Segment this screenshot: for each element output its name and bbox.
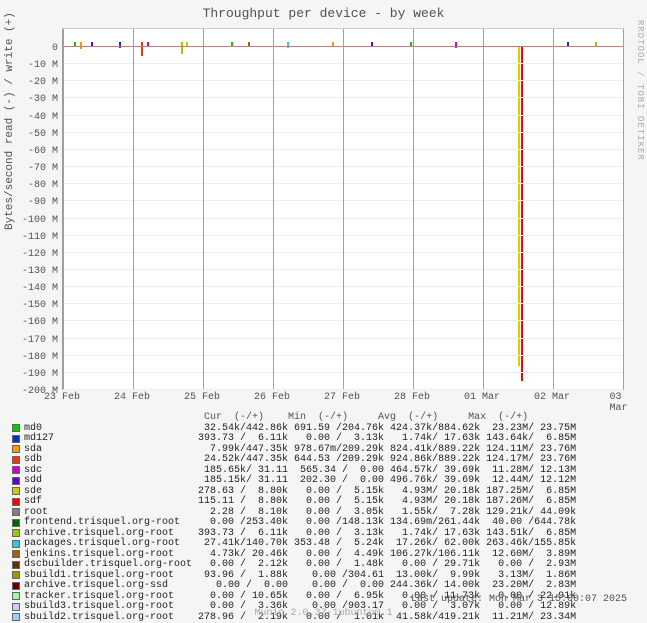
y-tick: -50 M: [18, 129, 58, 140]
legend-row: packages.trisquel.org-root 27.41k/140.70…: [12, 539, 632, 550]
legend-row: archive.trisquel.org-ssd 0.00 / 0.00 0.0…: [12, 581, 632, 592]
legend-row: dscbuilder.trisquel.org-root 0.00 / 2.12…: [12, 560, 632, 571]
legend-row: sdc 185.65k/ 31.11 565.34 / 0.00 464.57k…: [12, 465, 632, 476]
y-tick: -110 M: [18, 232, 58, 243]
legend-swatch: [12, 466, 20, 474]
legend-row: archive.trisquel.org-root 393.73 / 6.11k…: [12, 528, 632, 539]
legend-text: frontend.trisquel.org-root 0.00 /253.40k…: [24, 517, 576, 528]
legend-text: sdd 185.15k/ 31.11 202.30 / 0.00 496.76k…: [24, 475, 576, 486]
x-tick: 02 Mar: [534, 392, 570, 403]
y-tick: -90 M: [18, 197, 58, 208]
y-axis-label: Bytes/second read (-) / write (+): [4, 12, 16, 230]
legend-swatch: [12, 498, 20, 506]
y-tick: -30 M: [18, 94, 58, 105]
legend-row: jenkins.trisquel.org-root 4.73k/ 20.46k …: [12, 549, 632, 560]
legend-row: frontend.trisquel.org-root 0.00 /253.40k…: [12, 518, 632, 529]
rrdtool-label: RRDTOOL / TOBI OETIKER: [635, 20, 645, 161]
x-tick: 28 Feb: [394, 392, 430, 403]
legend: Cur (-/+) Min (-/+) Avg (-/+) Max (-/+) …: [12, 412, 632, 623]
y-tick: -20 M: [18, 77, 58, 88]
y-tick: -120 M: [18, 249, 58, 260]
y-tick: -180 M: [18, 352, 58, 363]
y-tick: -160 M: [18, 317, 58, 328]
y-tick: -130 M: [18, 266, 58, 277]
legend-row: sdb 24.52k/447.35k 644.53 /209.29k 924.8…: [12, 455, 632, 466]
y-tick: -40 M: [18, 112, 58, 123]
y-tick: -80 M: [18, 180, 58, 191]
legend-text: sdb 24.52k/447.35k 644.53 /209.29k 924.8…: [24, 454, 576, 465]
legend-row: md127 393.73 / 6.11k 0.00 / 3.13k 1.74k/…: [12, 434, 632, 445]
legend-swatch: [12, 487, 20, 495]
x-tick: 01 Mar: [464, 392, 500, 403]
legend-swatch: [12, 445, 20, 453]
x-tick: 25 Feb: [184, 392, 220, 403]
legend-row: sdd 185.15k/ 31.11 202.30 / 0.00 496.76k…: [12, 476, 632, 487]
legend-text: md127 393.73 / 6.11k 0.00 / 3.13k 1.74k/…: [24, 433, 576, 444]
last-update: Last update: Mon Mar 3 15:00:07 2025: [411, 594, 627, 605]
legend-swatch: [12, 435, 20, 443]
legend-row: sde 278.63 / 8.80k 0.00 / 5.15k 4.93M/ 2…: [12, 486, 632, 497]
legend-swatch: [12, 561, 20, 569]
legend-row: sbuild1.trisquel.org-root 93.96 / 1.88k …: [12, 570, 632, 581]
y-tick: -10 M: [18, 60, 58, 71]
legend-text: dscbuilder.trisquel.org-root 0.00 / 2.12…: [24, 559, 576, 570]
footer-version: Munin 2.0.37-1ubuntu0.1: [0, 608, 647, 619]
legend-swatch: [12, 592, 20, 600]
legend-swatch: [12, 477, 20, 485]
y-tick: -60 M: [18, 146, 58, 157]
legend-swatch: [12, 424, 20, 432]
legend-header: Cur (-/+) Min (-/+) Avg (-/+) Max (-/+): [12, 412, 632, 423]
legend-row: sda 7.99k/447.35k 978.67m/209.29k 824.41…: [12, 444, 632, 455]
x-tick: 23 Feb: [44, 392, 80, 403]
x-tick: 26 Feb: [254, 392, 290, 403]
y-tick: -140 M: [18, 283, 58, 294]
legend-text: packages.trisquel.org-root 27.41k/140.70…: [24, 538, 576, 549]
legend-swatch: [12, 571, 20, 579]
y-tick: -100 M: [18, 215, 58, 226]
spike-sdf: [521, 46, 523, 381]
legend-text: archive.trisquel.org-ssd 0.00 / 0.00 0.0…: [24, 580, 576, 591]
legend-row: md0 32.54k/442.86k 691.59 /204.76k 424.3…: [12, 423, 632, 434]
legend-swatch: [12, 456, 20, 464]
legend-swatch: [12, 529, 20, 537]
legend-swatch: [12, 582, 20, 590]
y-tick: -170 M: [18, 335, 58, 346]
x-tick: 27 Feb: [324, 392, 360, 403]
y-tick: -70 M: [18, 163, 58, 174]
legend-swatch: [12, 508, 20, 516]
x-tick: 24 Feb: [114, 392, 150, 403]
legend-row: root 2.28 / 8.10k 0.00 / 3.05k 1.55k/ 7.…: [12, 507, 632, 518]
plot-area: [62, 28, 624, 390]
legend-row: sdf 115.11 / 8.80k 0.00 / 5.15k 4.93M/ 2…: [12, 497, 632, 508]
y-tick: -190 M: [18, 369, 58, 380]
legend-swatch: [12, 519, 20, 527]
x-tick: 03 Mar: [610, 392, 635, 414]
legend-swatch: [12, 540, 20, 548]
legend-text: sdf 115.11 / 8.80k 0.00 / 5.15k 4.93M/ 2…: [24, 496, 576, 507]
spike-sde: [518, 46, 520, 366]
y-tick: -150 M: [18, 300, 58, 311]
chart-title: Throughput per device - by week: [0, 0, 647, 21]
y-tick: 0: [18, 43, 58, 54]
legend-swatch: [12, 550, 20, 558]
